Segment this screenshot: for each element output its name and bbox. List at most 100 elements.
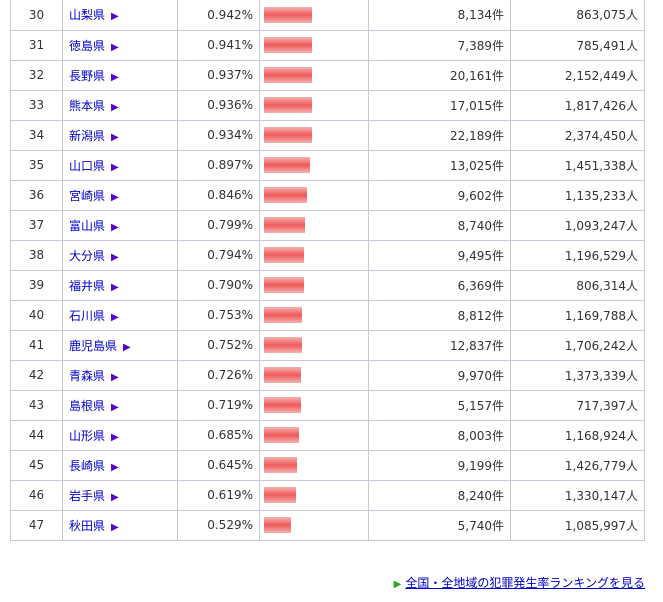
table-row: 34 新潟県 ▶ 0.934% 22,189件 2,374,450人 [10,119,645,151]
prefecture-link[interactable]: 秋田県 [69,519,105,533]
table-row: 33 熊本県 ▶ 0.936% 17,015件 1,817,426人 [10,89,645,121]
rate-bar [264,127,312,143]
play-arrow-icon[interactable]: ▶ [111,372,119,383]
play-arrow-icon[interactable]: ▶ [111,492,119,503]
play-arrow-icon[interactable]: ▶ [111,132,119,143]
all-regions-ranking-link-text[interactable]: 全国・全地域の犯罪発生率ランキングを見る [405,576,645,590]
rate-bar-cell [259,509,369,541]
play-arrow-icon[interactable]: ▶ [111,522,119,533]
rate-bar-cell [259,389,369,421]
rate-bar-cell [259,359,369,391]
all-regions-ranking-link[interactable]: ▶ 全国・全地域の犯罪発生率ランキングを見る [394,574,645,591]
table-row: 44 山形県 ▶ 0.685% 8,003件 1,168,924人 [10,419,645,451]
prefecture-link[interactable]: 山口県 [69,159,105,173]
rank-cell: 35 [10,149,63,181]
crime-count-cell: 8,003件 [368,419,511,451]
prefecture-link[interactable]: 新潟県 [69,129,105,143]
table-row: 37 富山県 ▶ 0.799% 8,740件 1,093,247人 [10,209,645,241]
prefecture-cell: 長野県 ▶ [62,59,178,91]
play-arrow-icon[interactable]: ▶ [111,11,119,22]
crime-rate-cell: 0.726% [177,359,260,391]
crime-rate-cell: 0.619% [177,479,260,511]
rank-cell: 31 [10,29,63,61]
table-row: 43 島根県 ▶ 0.719% 5,157件 717,397人 [10,389,645,421]
play-arrow-icon[interactable]: ▶ [111,312,119,323]
prefecture-cell: 石川県 ▶ [62,299,178,331]
prefecture-link[interactable]: 徳島県 [69,39,105,53]
crime-rate-cell: 0.942% [177,0,260,31]
population-cell: 2,374,450人 [510,119,645,151]
play-arrow-icon[interactable]: ▶ [111,192,119,203]
crime-rate-cell: 0.937% [177,59,260,91]
table-row: 46 岩手県 ▶ 0.619% 8,240件 1,330,147人 [10,479,645,511]
play-arrow-icon[interactable]: ▶ [111,72,119,83]
play-arrow-icon[interactable]: ▶ [123,342,131,353]
crime-count-cell: 20,161件 [368,59,511,91]
rate-bar [264,397,301,413]
table-row: 39 福井県 ▶ 0.790% 6,369件 806,314人 [10,269,645,301]
rate-bar [264,37,312,53]
prefecture-link[interactable]: 長野県 [69,69,105,83]
prefecture-link[interactable]: 石川県 [69,309,105,323]
prefecture-link[interactable]: 島根県 [69,399,105,413]
crime-count-cell: 7,389件 [368,29,511,61]
play-arrow-icon[interactable]: ▶ [111,402,119,413]
rank-cell: 39 [10,269,63,301]
crime-count-cell: 12,837件 [368,329,511,361]
rank-cell: 47 [10,509,63,541]
play-arrow-icon[interactable]: ▶ [111,222,119,233]
play-arrow-icon[interactable]: ▶ [111,462,119,473]
prefecture-link[interactable]: 宮崎県 [69,189,105,203]
prefecture-cell: 熊本県 ▶ [62,89,178,121]
crime-count-cell: 5,740件 [368,509,511,541]
prefecture-link[interactable]: 鹿児島県 [69,339,117,353]
rate-bar-cell [259,149,369,181]
population-cell: 1,196,529人 [510,239,645,271]
crime-rate-cell: 0.790% [177,269,260,301]
ranking-table: 30 山梨県 ▶ 0.942% 8,134件 863,075人 31 徳島県 ▶ 0.941% 7,… [10,0,645,541]
crime-rate-cell: 0.941% [177,29,260,61]
rank-cell: 40 [10,299,63,331]
population-cell: 1,093,247人 [510,209,645,241]
prefecture-link[interactable]: 富山県 [69,219,105,233]
rate-bar-cell [259,329,369,361]
prefecture-cell: 徳島県 ▶ [62,29,178,61]
rate-bar [264,247,304,263]
prefecture-link[interactable]: 山梨県 [69,8,105,22]
play-arrow-icon[interactable]: ▶ [111,282,119,293]
rate-bar [264,6,312,23]
population-cell: 1,817,426人 [510,89,645,121]
crime-count-cell: 13,025件 [368,149,511,181]
prefecture-link[interactable]: 長崎県 [69,459,105,473]
prefecture-link[interactable]: 熊本県 [69,99,105,113]
play-arrow-icon[interactable]: ▶ [111,432,119,443]
prefecture-link[interactable]: 山形県 [69,429,105,443]
play-arrow-icon[interactable]: ▶ [111,252,119,263]
rate-bar-cell [259,419,369,451]
prefecture-link[interactable]: 岩手県 [69,489,105,503]
crime-rate-cell: 0.799% [177,209,260,241]
prefecture-link[interactable]: 大分県 [69,249,105,263]
population-cell: 1,169,788人 [510,299,645,331]
rate-bar-cell [259,59,369,91]
prefecture-cell: 鹿児島県 ▶ [62,329,178,361]
crime-rate-cell: 0.645% [177,449,260,481]
play-arrow-icon[interactable]: ▶ [111,42,119,53]
rate-bar [264,457,297,473]
table-row: 41 鹿児島県 ▶ 0.752% 12,837件 1,706,242人 [10,329,645,361]
prefecture-link[interactable]: 福井県 [69,279,105,293]
prefecture-link[interactable]: 青森県 [69,369,105,383]
rank-cell: 30 [10,0,63,31]
play-arrow-icon[interactable]: ▶ [111,102,119,113]
table-row: 30 山梨県 ▶ 0.942% 8,134件 863,075人 [10,0,645,31]
crime-count-cell: 8,240件 [368,479,511,511]
rate-bar-cell [259,119,369,151]
play-arrow-icon[interactable]: ▶ [111,162,119,173]
rate-bar-cell [259,179,369,211]
prefecture-cell: 大分県 ▶ [62,239,178,271]
population-cell: 1,451,338人 [510,149,645,181]
prefecture-cell: 新潟県 ▶ [62,119,178,151]
crime-count-cell: 9,495件 [368,239,511,271]
population-cell: 1,168,924人 [510,419,645,451]
crime-rate-cell: 0.934% [177,119,260,151]
